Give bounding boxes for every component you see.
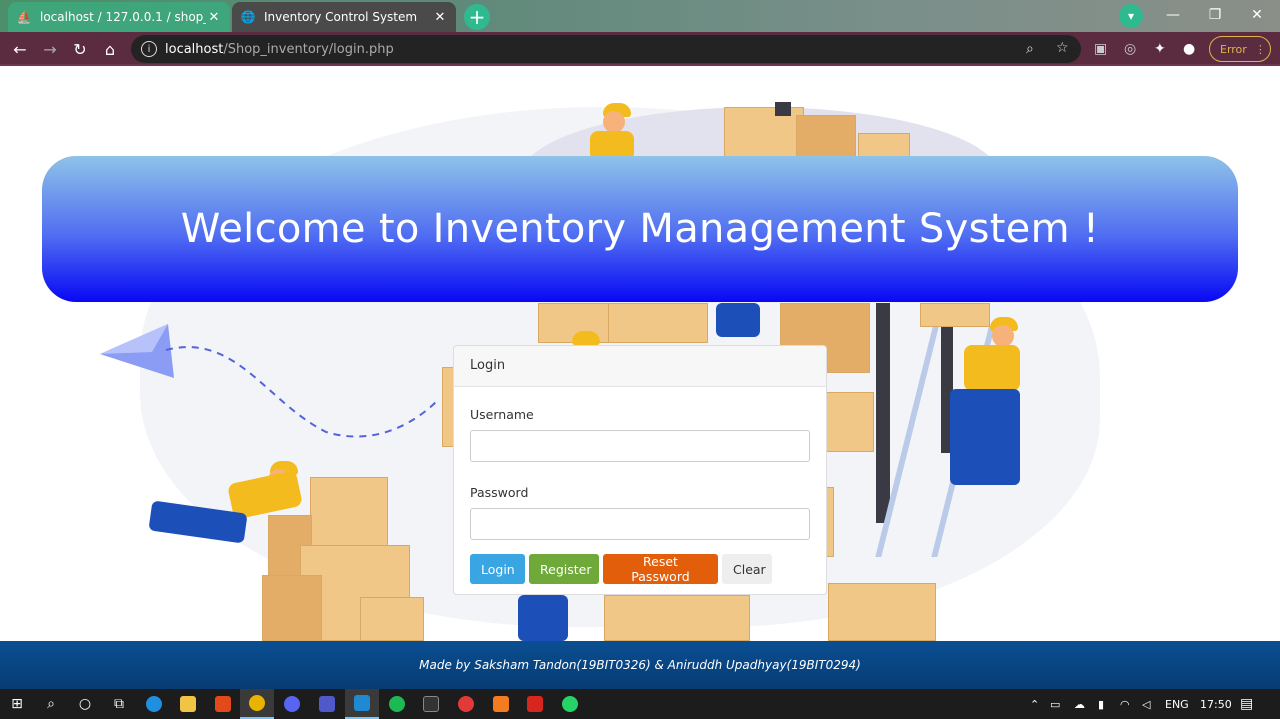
volume-icon[interactable]: ◁ [1142,689,1150,719]
worker-illustration [992,325,1014,347]
info-icon[interactable]: i [141,41,157,57]
address-path: /Shop_inventory/login.php [223,41,394,57]
password-label: Password [470,485,529,500]
chrome-icon[interactable] [240,689,274,719]
phpmyadmin-icon: ⛵ [16,10,32,24]
page-footer: Made by Saksham Tandon(19BIT0326) & Anir… [0,641,1280,689]
menu-dots-icon: ⋮ [1254,42,1266,56]
windows-start-icon[interactable]: ⊞ [0,689,34,719]
media-player-icon[interactable] [449,689,483,719]
box-illustration [360,597,424,641]
shelf-illustration [876,303,890,523]
box-illustration [608,303,708,343]
vscode-icon[interactable] [345,689,379,719]
reload-icon[interactable]: ↻ [68,37,92,61]
box-illustration [826,392,874,452]
login-card: Login Username Password Login Register R… [453,345,827,595]
bookmark-star-icon[interactable]: ☆ [1056,40,1069,56]
restore-button[interactable]: ❐ [1195,0,1235,30]
box-illustration [826,487,834,557]
box-illustration [604,595,750,641]
box-illustration [262,575,322,641]
box-illustration [828,583,936,641]
clock[interactable]: 17:50 [1200,689,1232,719]
footer-credit: Made by Saksham Tandon(19BIT0326) & Anir… [419,658,861,672]
box-illustration [858,133,910,157]
office-icon[interactable] [206,689,240,719]
page-title: Welcome to Inventory Management System ! [180,206,1100,252]
login-form: Username Password Login Register Reset P… [454,387,826,584]
avatar[interactable]: ● [1183,41,1195,57]
address-host: localhost [165,41,224,57]
tab-phpmyadmin[interactable]: ⛵ localhost / 127.0.0.1 / shop_inven ✕ [8,2,230,32]
task-view-icon[interactable]: ⧉ [102,689,136,719]
wifi-icon[interactable]: ◠ [1120,689,1130,719]
terminal-icon[interactable] [414,689,448,719]
puzzle-icon[interactable]: ✦ [1154,41,1166,57]
whatsapp-icon[interactable] [553,689,587,719]
error-button[interactable]: Error ⋮ [1209,36,1271,62]
onedrive-icon[interactable]: ☁ [1074,689,1085,719]
discord-icon[interactable] [275,689,309,719]
search-icon[interactable]: ⌕ [34,689,68,719]
tab-label: localhost / 127.0.0.1 / shop_inven [40,10,206,24]
spotify-icon[interactable] [380,689,414,719]
home-icon[interactable]: ⌂ [98,37,122,61]
zoom-icon[interactable]: ⌕ [1026,41,1034,57]
profile-badge-icon[interactable]: ▾ [1119,4,1143,28]
login-button-row: Login Register Reset Password Clear [470,554,810,584]
browser-toolbar: ← → ↻ ⌂ i localhost/Shop_inventory/login… [0,32,1280,66]
new-tab-button[interactable]: + [464,4,490,30]
tray-chevron-icon[interactable]: ⌃ [1030,689,1039,719]
register-button[interactable]: Register [529,554,599,584]
file-explorer-icon[interactable] [171,689,205,719]
username-input[interactable] [470,430,810,462]
extension-icon[interactable]: ◎ [1124,41,1136,57]
tab-inventory[interactable]: 🌐 Inventory Control System ✕ [232,2,456,32]
box-illustration [724,107,804,157]
tab-label: Inventory Control System [264,10,418,24]
notifications-icon[interactable]: ▤ [1240,689,1253,719]
page-content: Welcome to Inventory Management System !… [0,67,1280,641]
close-icon[interactable]: ✕ [206,10,222,25]
cortana-icon[interactable]: ○ [68,689,102,719]
back-icon[interactable]: ← [8,37,32,61]
login-button[interactable]: Login [470,554,525,584]
worker-illustration [518,595,568,641]
battery-icon[interactable]: ▭ [1050,689,1060,719]
microphone-icon[interactable]: ▮ [1098,689,1104,719]
worker-illustration [572,331,600,345]
forward-icon[interactable]: → [38,37,62,61]
windows-taskbar: ⊞ ⌕ ○ ⧉ ⌃ ▭ ☁ ▮ ◠ ◁ ENG 17:50 ▤ [0,689,1280,719]
close-icon[interactable]: ✕ [432,10,448,25]
paper-plane-icon [100,324,439,438]
worker-illustration [964,345,1020,391]
password-input[interactable] [470,508,810,540]
box-illustration [796,115,856,157]
worker-illustration [716,303,760,337]
globe-icon: 🌐 [240,10,256,24]
extension-icon[interactable]: ▣ [1094,41,1107,57]
username-label: Username [470,407,534,422]
box-illustration [920,303,990,327]
welcome-banner: Welcome to Inventory Management System ! [42,156,1238,302]
address-bar[interactable]: i localhost/Shop_inventory/login.php [131,35,1081,63]
worker-illustration [950,389,1020,485]
error-label: Error [1220,42,1247,56]
login-card-header: Login [454,346,826,387]
close-window-button[interactable]: ✕ [1237,0,1277,30]
clear-button[interactable]: Clear [722,554,772,584]
acrobat-icon[interactable] [518,689,552,719]
browser-tabbar: ⛵ localhost / 127.0.0.1 / shop_inven ✕ 🌐… [0,0,1280,32]
worker-illustration [603,111,625,133]
xampp-icon[interactable] [484,689,518,719]
edge-icon[interactable] [137,689,171,719]
teams-icon[interactable] [310,689,344,719]
reset-password-button[interactable]: Reset Password [603,554,718,584]
minimize-button[interactable]: — [1153,0,1193,30]
language-indicator[interactable]: ENG [1165,689,1189,719]
shelf-illustration [775,102,791,116]
